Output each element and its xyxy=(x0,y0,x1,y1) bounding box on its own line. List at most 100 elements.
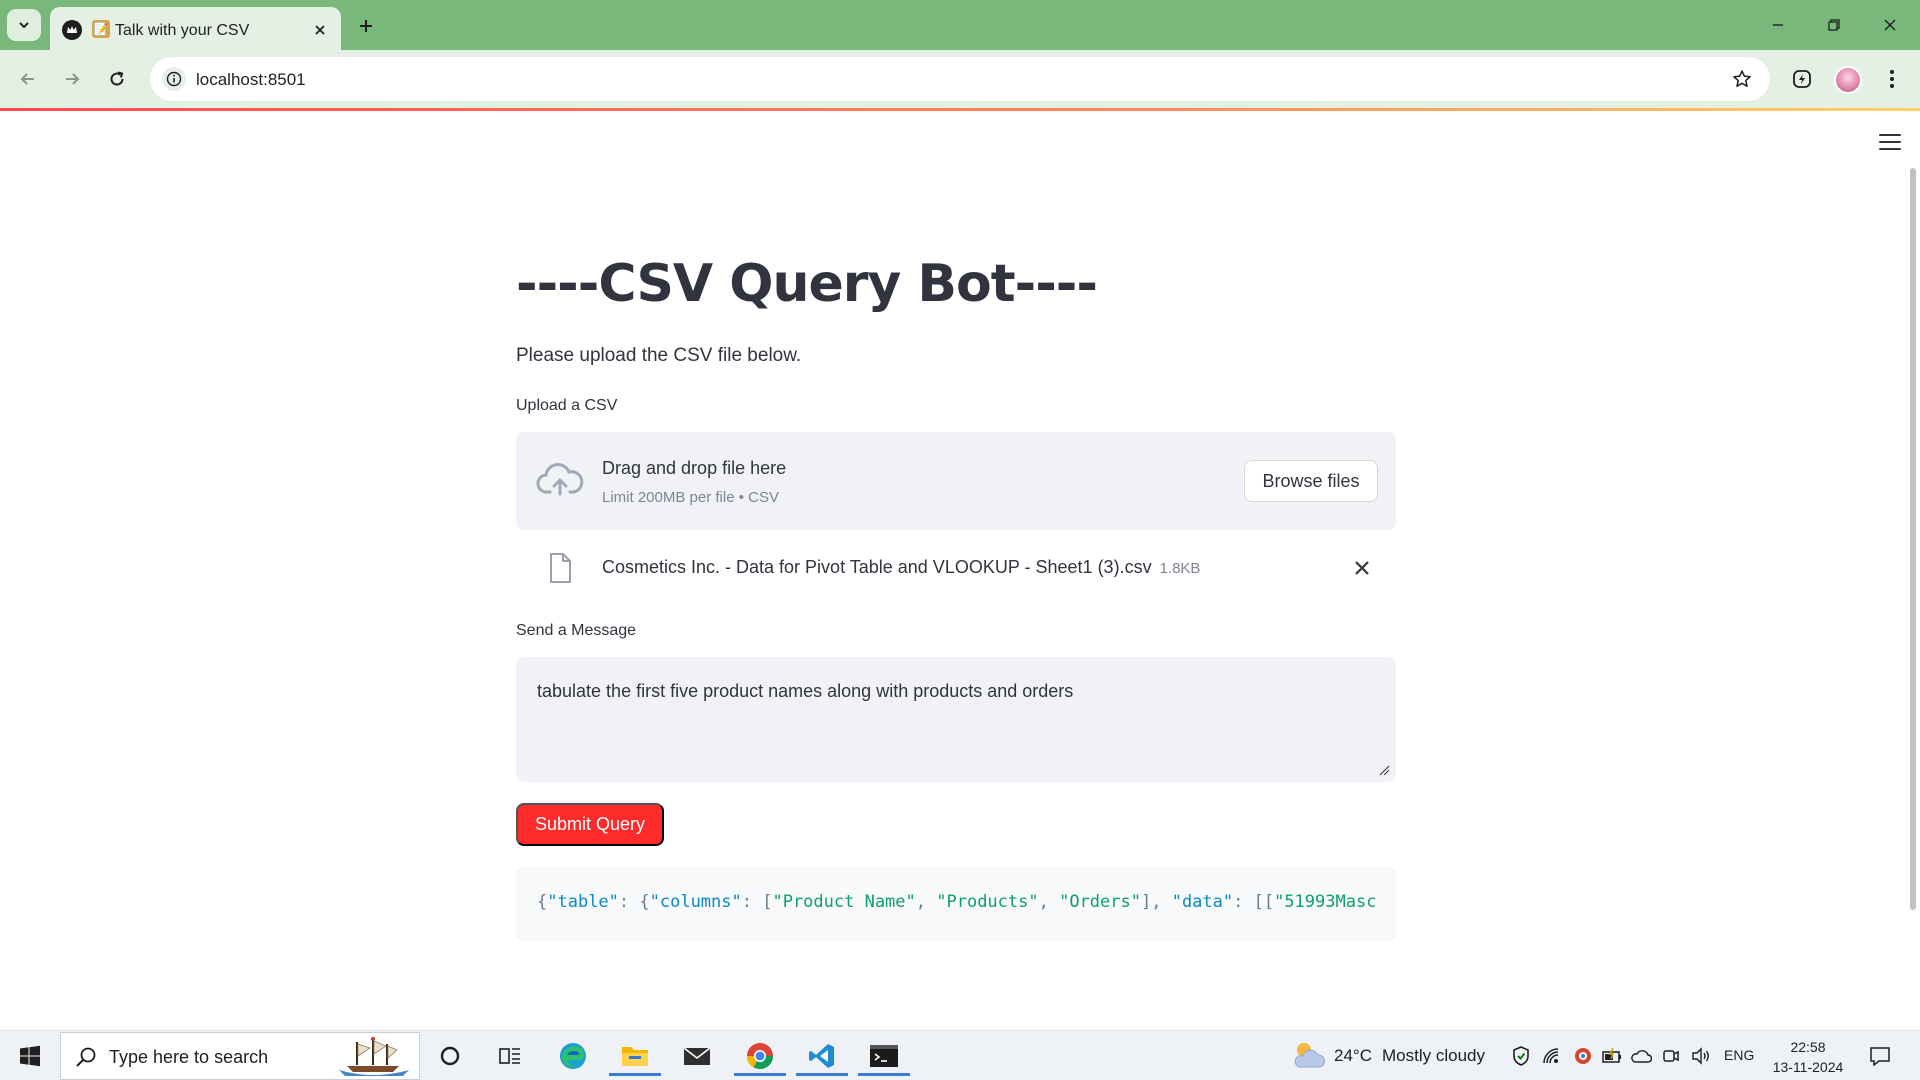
remove-file-button[interactable] xyxy=(1350,556,1374,580)
meet-icon[interactable] xyxy=(1660,1045,1682,1067)
message-textarea[interactable]: tabulate the first five product names al… xyxy=(516,657,1396,782)
windows-taskbar: Type here to search 24°C Mostly cloudy E… xyxy=(0,1030,1920,1080)
chrome-icon[interactable] xyxy=(734,1036,786,1076)
weather-condition[interactable]: Mostly cloudy xyxy=(1382,1046,1485,1066)
weather-cloudy-icon[interactable] xyxy=(1290,1039,1326,1071)
json-token: : { xyxy=(618,892,650,912)
browser-menu-button[interactable] xyxy=(1876,63,1908,95)
active-indicator xyxy=(858,1073,910,1076)
file-name-text: Cosmetics Inc. - Data for Pivot Table an… xyxy=(602,557,1152,577)
edge-icon[interactable] xyxy=(547,1036,599,1076)
browser-tab-active[interactable]: 📝 Talk with your CSV xyxy=(50,7,341,50)
browse-files-button[interactable]: Browse files xyxy=(1244,460,1378,502)
network-icon[interactable] xyxy=(1540,1045,1562,1067)
page-scrollbar[interactable] xyxy=(1910,168,1916,910)
browser-toolbar: localhost:8501 xyxy=(0,50,1920,108)
new-tab-button[interactable] xyxy=(352,12,380,40)
file-explorer-icon[interactable] xyxy=(609,1036,661,1076)
clock-date: 13-11-2024 xyxy=(1772,1059,1844,1075)
url-text[interactable]: localhost:8501 xyxy=(196,70,306,90)
bookmark-star-icon[interactable] xyxy=(1730,67,1754,91)
json-token: "Product Name" xyxy=(772,892,916,912)
dropzone-limit: Limit 200MB per file • CSV xyxy=(602,489,779,506)
terminal-icon[interactable] xyxy=(858,1036,910,1076)
json-token: , xyxy=(915,892,937,912)
json-token: "data" xyxy=(1171,892,1234,912)
task-view-icon[interactable] xyxy=(484,1036,536,1076)
file-icon xyxy=(550,553,571,583)
minimize-icon xyxy=(1773,24,1783,26)
reload-button[interactable] xyxy=(101,63,133,95)
profile-avatar[interactable] xyxy=(1834,66,1862,94)
page-subtitle: Please upload the CSV file below. xyxy=(516,345,802,366)
volume-icon[interactable] xyxy=(1690,1045,1712,1067)
vscode-icon[interactable] xyxy=(796,1036,848,1076)
browser-tab-strip: 📝 Talk with your CSV xyxy=(0,0,1920,50)
tab-close-icon[interactable] xyxy=(309,19,331,41)
close-window-button[interactable] xyxy=(1870,10,1910,40)
submit-query-button[interactable]: Submit Query xyxy=(516,803,664,846)
json-token: "table" xyxy=(547,892,619,912)
forward-button[interactable] xyxy=(56,63,88,95)
mail-icon[interactable] xyxy=(671,1036,723,1076)
site-info-icon[interactable] xyxy=(162,67,186,91)
json-token: ], xyxy=(1140,892,1172,912)
json-token: "51993Masc xyxy=(1274,892,1377,912)
streamlit-favicon-icon xyxy=(62,20,82,40)
input-language[interactable]: ENG xyxy=(1724,1047,1754,1063)
close-icon xyxy=(1884,19,1896,31)
file-size: 1.8KB xyxy=(1159,560,1201,577)
tab-title: Talk with your CSV xyxy=(115,22,250,39)
close-icon xyxy=(1355,561,1369,575)
page-emoji-icon: 📝 xyxy=(92,20,110,38)
active-indicator xyxy=(609,1073,661,1076)
plus-icon xyxy=(360,20,372,32)
json-output-block: {"table": {"columns": ["Product Name", "… xyxy=(516,866,1396,942)
main-menu-icon[interactable] xyxy=(1876,130,1904,154)
app-header-decoration xyxy=(0,108,1920,111)
chevron-down-icon xyxy=(19,22,29,29)
search-placeholder[interactable]: Type here to search xyxy=(109,1047,268,1068)
reload-icon xyxy=(110,71,124,86)
onedrive-icon[interactable] xyxy=(1630,1045,1652,1067)
json-token: : [[ xyxy=(1233,892,1275,912)
upload-label: Upload a CSV xyxy=(516,397,618,414)
windows-start-button[interactable] xyxy=(8,1037,52,1075)
uploaded-file-name: Cosmetics Inc. - Data for Pivot Table an… xyxy=(602,557,1200,578)
weather-temperature[interactable]: 24°C xyxy=(1334,1046,1372,1066)
taskbar-search[interactable]: Type here to search xyxy=(60,1032,420,1080)
json-token: "Products" xyxy=(936,892,1039,912)
more-vertical-icon xyxy=(1890,70,1894,88)
back-button[interactable] xyxy=(12,63,44,95)
message-label: Send a Message xyxy=(516,622,637,639)
address-bar[interactable]: localhost:8501 xyxy=(150,57,1770,101)
uploaded-file-row: Cosmetics Inc. - Data for Pivot Table an… xyxy=(516,540,1396,596)
notification-center-icon[interactable] xyxy=(1866,1043,1894,1069)
search-highlight-ship-icon xyxy=(339,1037,409,1076)
cortana-icon[interactable] xyxy=(424,1036,476,1076)
clock[interactable]: 22:58 13-11-2024 xyxy=(1772,1037,1844,1077)
message-text[interactable]: tabulate the first five product names al… xyxy=(537,681,1073,702)
arrow-right-icon xyxy=(66,73,80,85)
restore-button[interactable] xyxy=(1814,10,1854,40)
active-indicator xyxy=(796,1073,848,1076)
app-tray-icon[interactable] xyxy=(1572,1045,1594,1067)
extension-icon xyxy=(1793,70,1811,88)
extension-button[interactable] xyxy=(1786,63,1818,95)
minimize-button[interactable] xyxy=(1758,10,1798,40)
resize-handle-icon[interactable] xyxy=(1378,764,1390,776)
page-title: ----CSV Query Bot---- xyxy=(516,254,1098,314)
dropzone-instruction: Drag and drop file here xyxy=(602,458,787,478)
clock-time: 22:58 xyxy=(1790,1039,1826,1055)
json-token: { xyxy=(537,892,548,912)
arrow-left-icon xyxy=(20,73,34,85)
json-output-line: {"table": {"columns": ["Product Name", "… xyxy=(537,892,1376,912)
windows-logo-icon xyxy=(20,1045,40,1067)
json-token: , xyxy=(1038,892,1060,912)
file-dropzone[interactable]: Drag and drop file here Limit 200MB per … xyxy=(516,432,1396,530)
cloud-upload-icon xyxy=(536,463,584,496)
battery-icon[interactable] xyxy=(1601,1045,1623,1067)
security-icon[interactable] xyxy=(1510,1045,1532,1067)
json-token: : [ xyxy=(741,892,773,912)
tab-search-button[interactable] xyxy=(7,9,41,41)
